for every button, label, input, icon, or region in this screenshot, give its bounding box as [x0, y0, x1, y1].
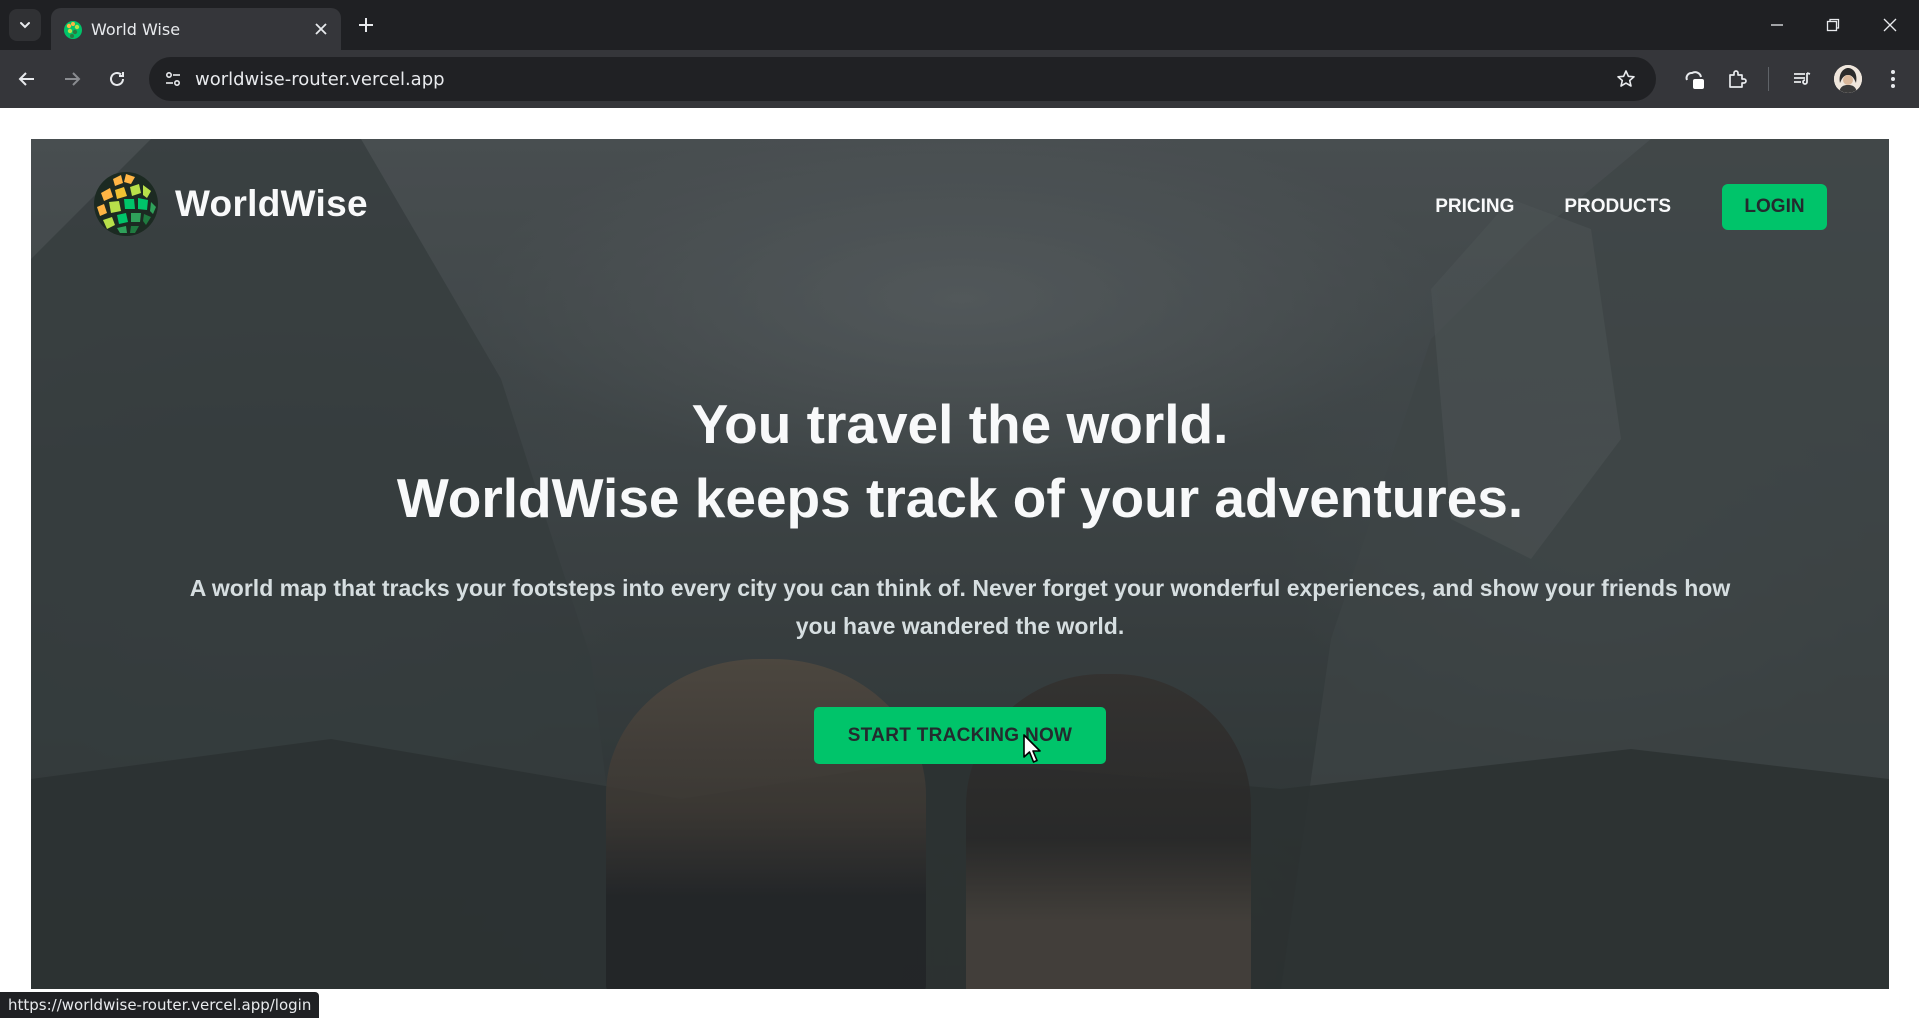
close-window-button[interactable] — [1875, 12, 1905, 38]
login-button[interactable]: LOGIN — [1722, 184, 1827, 230]
restore-button[interactable] — [1818, 12, 1848, 38]
headline-line-2: WorldWise keeps track of your adventures… — [396, 467, 1524, 529]
start-tracking-button[interactable]: START TRACKING NOW — [814, 707, 1106, 764]
media-queue-icon — [1794, 72, 1811, 85]
arrow-right-icon — [65, 72, 81, 86]
media-control-button[interactable] — [1786, 63, 1818, 95]
close-icon — [1883, 18, 1897, 32]
back-button[interactable] — [11, 63, 43, 95]
main-nav: PRICING PRODUCTS LOGIN — [1435, 184, 1827, 230]
url-text: worldwise-router.vercel.app — [195, 69, 445, 90]
kebab-icon — [1891, 70, 1895, 88]
puzzle-icon — [1729, 70, 1747, 88]
nav-link-products[interactable]: PRODUCTS — [1564, 196, 1671, 218]
hero-overlay — [31, 139, 1889, 989]
tab-search-button[interactable] — [9, 9, 41, 41]
minimize-icon — [1771, 24, 1783, 26]
hero-subtitle: A world map that tracks your footsteps i… — [189, 575, 1731, 639]
worldwise-favicon-icon — [64, 21, 82, 39]
reload-icon — [110, 71, 124, 86]
tab-title: World Wise — [91, 20, 181, 39]
browser-tab-strip: World Wise — [0, 0, 1919, 50]
page-viewport: WorldWise PRICING PRODUCTS LOGIN You tra… — [0, 108, 1919, 1018]
chevron-down-icon — [20, 22, 30, 29]
extensions-button[interactable] — [1721, 63, 1753, 95]
mouse-cursor-icon — [1023, 734, 1041, 763]
browser-toolbar: worldwise-router.vercel.app — [0, 50, 1919, 108]
close-icon — [315, 23, 327, 35]
star-icon — [1617, 70, 1635, 87]
forward-button[interactable] — [56, 63, 88, 95]
cloud-account-icon — [1685, 71, 1704, 89]
logo-text: WorldWise — [175, 183, 368, 224]
arrow-left-icon — [18, 72, 34, 86]
reload-button[interactable] — [101, 63, 133, 95]
tune-icon — [165, 71, 181, 87]
sync-extension-button[interactable] — [1678, 63, 1710, 95]
avatar-icon — [1834, 65, 1862, 93]
browser-tab-active[interactable]: World Wise — [51, 8, 341, 50]
profile-avatar[interactable] — [1834, 65, 1862, 93]
headline-line-1: You travel the world. — [691, 393, 1229, 455]
new-tab-button[interactable] — [352, 11, 380, 39]
nav-link-pricing[interactable]: PRICING — [1435, 196, 1514, 218]
worldwise-globe-icon — [94, 172, 158, 236]
worldwise-logo[interactable]: WorldWise — [93, 171, 368, 237]
plus-icon — [359, 18, 373, 32]
toolbar-separator — [1768, 67, 1769, 91]
hero-headline: You travel the world. WorldWise keeps tr… — [31, 387, 1889, 535]
browser-menu-button[interactable] — [1877, 63, 1909, 95]
address-bar[interactable]: worldwise-router.vercel.app — [149, 57, 1656, 101]
status-bar-url: https://worldwise-router.vercel.app/logi… — [0, 992, 320, 1018]
site-info-button[interactable] — [159, 65, 187, 93]
minimize-button[interactable] — [1762, 12, 1792, 38]
restore-icon — [1826, 18, 1840, 32]
hero-section: WorldWise PRICING PRODUCTS LOGIN You tra… — [31, 139, 1889, 989]
bookmark-button[interactable] — [1612, 65, 1640, 93]
tab-close-button[interactable] — [311, 19, 331, 39]
